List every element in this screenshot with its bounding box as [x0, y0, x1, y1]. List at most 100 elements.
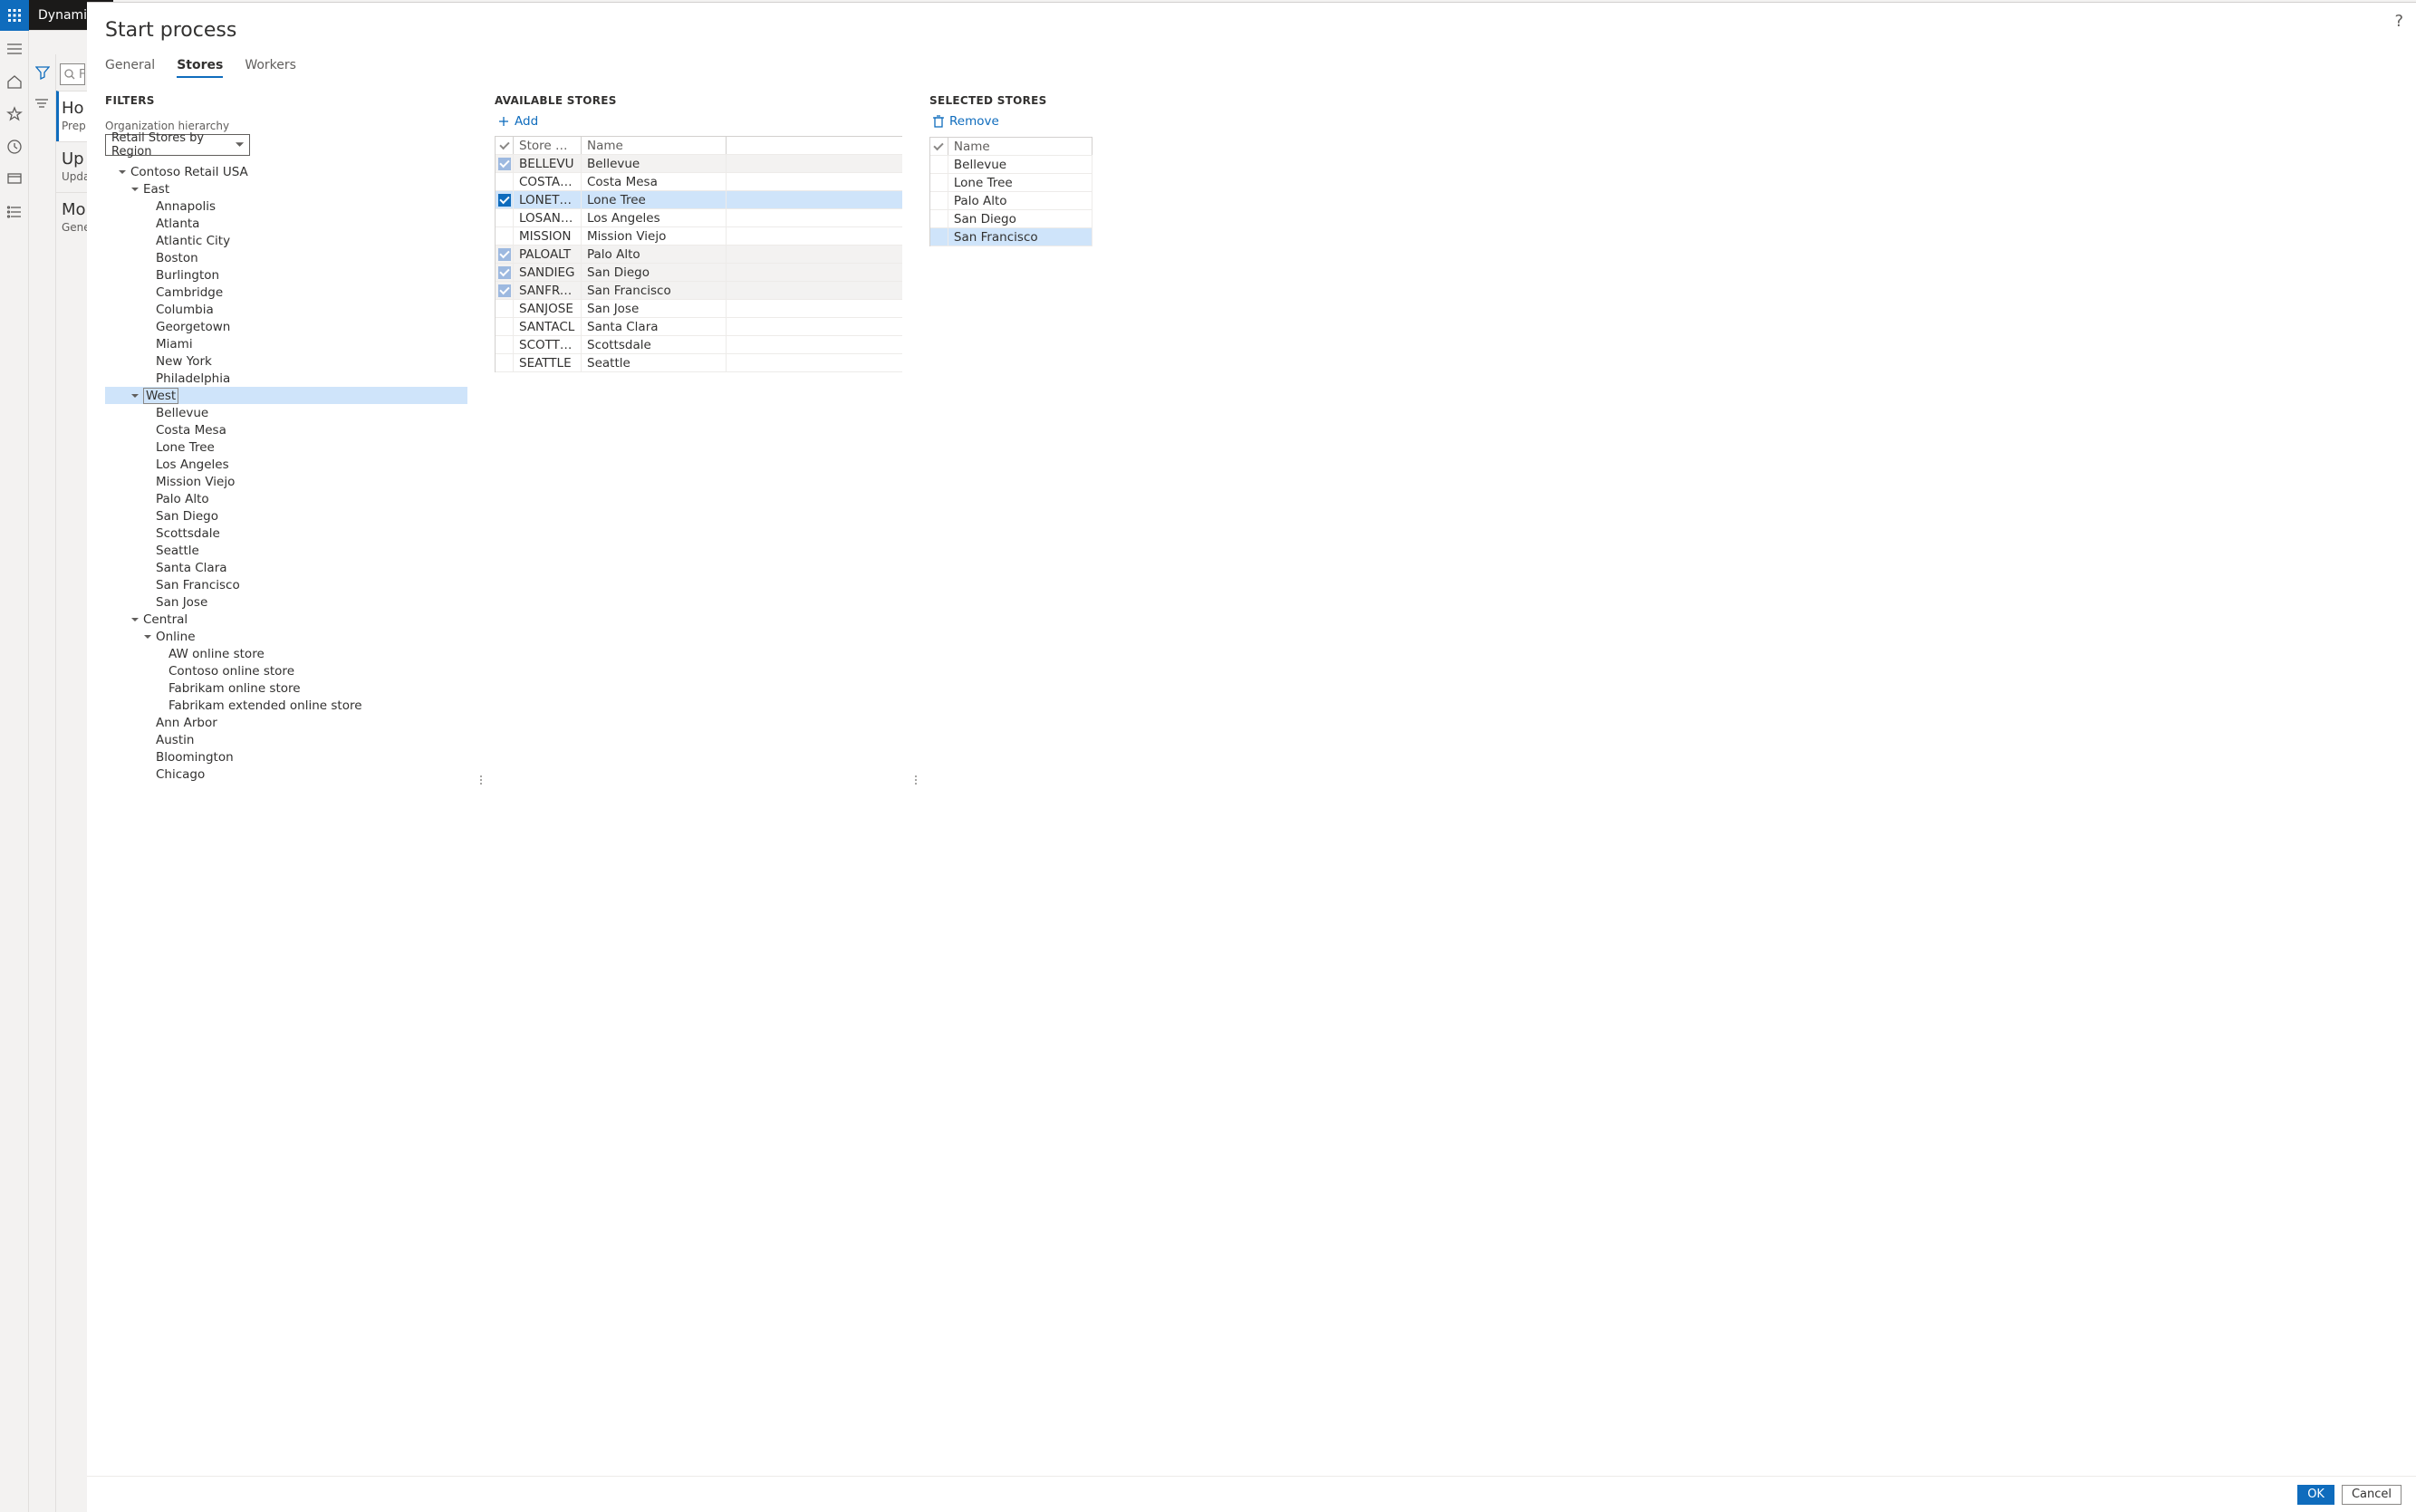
tree-node[interactable]: Bloomington: [105, 748, 467, 766]
tree-node[interactable]: Bellevue: [105, 404, 467, 421]
hierarchy-tree[interactable]: Contoso Retail USAEastAnnapolisAtlantaAt…: [105, 163, 467, 1465]
tree-node[interactable]: Annapolis: [105, 197, 467, 215]
workspace-icon[interactable]: [5, 170, 24, 188]
row-checkbox[interactable]: [496, 264, 514, 281]
row-checkbox[interactable]: [930, 174, 948, 191]
table-row[interactable]: COSTAMECosta Mesa: [496, 173, 902, 191]
col-store-number[interactable]: Store number: [514, 137, 582, 154]
tree-node[interactable]: New York: [105, 352, 467, 370]
tree-node[interactable]: Online: [105, 628, 467, 645]
row-checkbox[interactable]: [930, 210, 948, 227]
tree-node[interactable]: Fabrikam extended online store: [105, 697, 467, 714]
table-row[interactable]: SANTACLSanta Clara: [496, 318, 902, 336]
row-checkbox[interactable]: [930, 228, 948, 246]
row-checkbox[interactable]: [930, 192, 948, 209]
hamburger-icon[interactable]: [5, 40, 24, 58]
tree-node[interactable]: Philadelphia: [105, 370, 467, 387]
sort-icon[interactable]: [29, 91, 54, 116]
tab-stores[interactable]: Stores: [177, 58, 223, 78]
table-row[interactable]: SCOTTSDScottsdale: [496, 336, 902, 354]
col-name[interactable]: Name: [582, 137, 727, 154]
table-row[interactable]: LOSANGELos Angeles: [496, 209, 902, 227]
tab-workers[interactable]: Workers: [245, 58, 296, 78]
list-item[interactable]: Mo Gene: [56, 192, 89, 243]
row-checkbox[interactable]: [496, 227, 514, 245]
splitter-handle[interactable]: [480, 775, 482, 785]
tree-node[interactable]: Santa Clara: [105, 559, 467, 576]
table-row[interactable]: San Francisco: [930, 228, 1092, 246]
tab-general[interactable]: General: [105, 58, 155, 78]
tree-node[interactable]: San Francisco: [105, 576, 467, 593]
row-checkbox[interactable]: [496, 318, 514, 335]
tree-node[interactable]: Seattle: [105, 542, 467, 559]
table-row[interactable]: San Diego: [930, 210, 1092, 228]
row-checkbox[interactable]: [496, 246, 514, 263]
table-row[interactable]: SANDIEGSan Diego: [496, 264, 902, 282]
row-checkbox[interactable]: [496, 173, 514, 190]
tree-node[interactable]: Lone Tree: [105, 438, 467, 456]
list-item[interactable]: Ho Prep: [56, 91, 89, 141]
funnel-icon[interactable]: [30, 60, 55, 85]
tree-node[interactable]: AW online store: [105, 645, 467, 662]
table-row[interactable]: Palo Alto: [930, 192, 1092, 210]
tree-node[interactable]: East: [105, 180, 467, 197]
tree-node[interactable]: Burlington: [105, 266, 467, 284]
list-item[interactable]: Up Upda: [56, 141, 89, 192]
row-checkbox[interactable]: [496, 336, 514, 353]
row-checkbox[interactable]: [496, 209, 514, 226]
splitter-handle[interactable]: [915, 775, 917, 785]
tree-node[interactable]: Miami: [105, 335, 467, 352]
remove-button[interactable]: Remove: [929, 112, 1003, 130]
row-checkbox[interactable]: [496, 354, 514, 371]
list-icon[interactable]: [5, 203, 24, 221]
table-row[interactable]: SEATTLESeattle: [496, 354, 902, 372]
table-row[interactable]: Lone Tree: [930, 174, 1092, 192]
clock-icon[interactable]: [5, 138, 24, 156]
table-row[interactable]: PALOALTPalo Alto: [496, 246, 902, 264]
tree-node[interactable]: Austin: [105, 731, 467, 748]
tree-node[interactable]: Palo Alto: [105, 490, 467, 507]
tree-node[interactable]: Costa Mesa: [105, 421, 467, 438]
add-button[interactable]: Add: [495, 112, 542, 130]
row-checkbox[interactable]: [496, 300, 514, 317]
help-icon[interactable]: ?: [2394, 12, 2403, 31]
ok-button[interactable]: OK: [2297, 1485, 2334, 1505]
row-checkbox[interactable]: [930, 156, 948, 173]
row-checkbox[interactable]: [496, 191, 514, 208]
select-all-checkbox[interactable]: [930, 138, 948, 155]
tree-node[interactable]: Central: [105, 611, 467, 628]
tree-node[interactable]: Contoso Retail USA: [105, 163, 467, 180]
tree-node[interactable]: Mission Viejo: [105, 473, 467, 490]
caret-down-icon[interactable]: [118, 168, 127, 177]
tree-node[interactable]: San Diego: [105, 507, 467, 525]
row-checkbox[interactable]: [496, 282, 514, 299]
table-row[interactable]: MISSIONMission Viejo: [496, 227, 902, 246]
tree-node[interactable]: San Jose: [105, 593, 467, 611]
tree-node[interactable]: Cambridge: [105, 284, 467, 301]
table-row[interactable]: LONETRELone Tree: [496, 191, 902, 209]
tree-node[interactable]: Fabrikam online store: [105, 679, 467, 697]
tree-node[interactable]: Contoso online store: [105, 662, 467, 679]
tree-node[interactable]: Boston: [105, 249, 467, 266]
caret-down-icon[interactable]: [130, 185, 140, 194]
cancel-button[interactable]: Cancel: [2342, 1485, 2402, 1505]
tree-node[interactable]: Columbia: [105, 301, 467, 318]
table-row[interactable]: SANJOSESan Jose: [496, 300, 902, 318]
search-input-obscured[interactable]: Fi: [60, 63, 85, 85]
col-name[interactable]: Name: [948, 138, 1092, 155]
caret-down-icon[interactable]: [130, 391, 140, 400]
select-all-checkbox[interactable]: [496, 137, 514, 154]
home-icon[interactable]: [5, 72, 24, 91]
caret-down-icon[interactable]: [143, 632, 152, 641]
tree-node[interactable]: Scottsdale: [105, 525, 467, 542]
row-checkbox[interactable]: [496, 155, 514, 172]
tree-node[interactable]: Ann Arbor: [105, 714, 467, 731]
tree-node[interactable]: Atlanta: [105, 215, 467, 232]
table-row[interactable]: BELLEVUBellevue: [496, 155, 902, 173]
table-row[interactable]: Bellevue: [930, 156, 1092, 174]
tree-node[interactable]: Los Angeles: [105, 456, 467, 473]
tree-node[interactable]: Georgetown: [105, 318, 467, 335]
tree-node[interactable]: West: [105, 387, 467, 404]
hierarchy-dropdown[interactable]: Retail Stores by Region: [105, 134, 250, 156]
tree-node[interactable]: Chicago: [105, 766, 467, 783]
